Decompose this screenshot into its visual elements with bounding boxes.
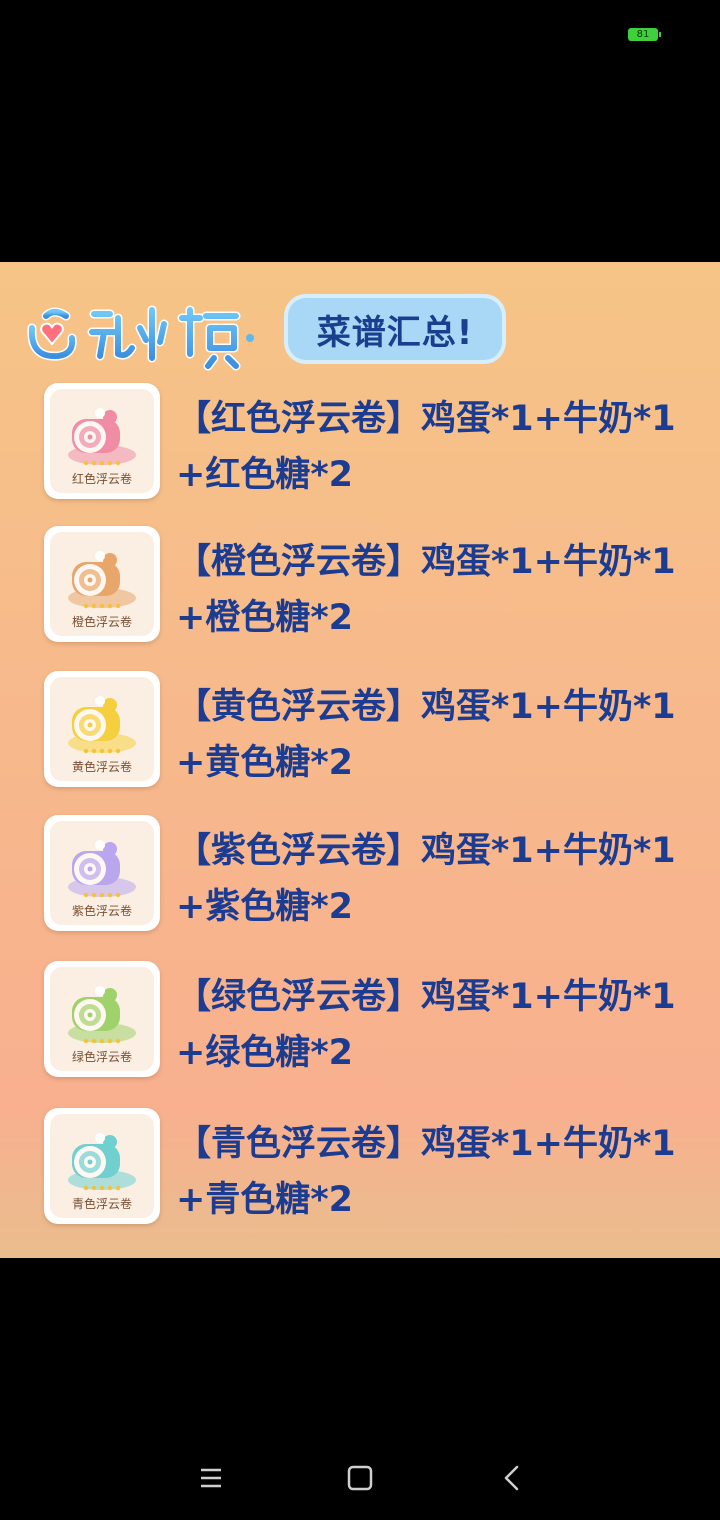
recipe-text: 【紫色浮云卷】鸡蛋*1+牛奶*1 +紫色糖*2 [176, 823, 696, 935]
recipe-line-2: +绿色糖*2 [176, 1033, 353, 1073]
recipe-item-card: 紫色浮云卷 [44, 815, 160, 931]
recipe-line-1: 【绿色浮云卷】鸡蛋*1+牛奶*1 [176, 977, 676, 1017]
cake-roll-image: 红色浮云卷 [50, 389, 154, 493]
status-bar: 81 [0, 0, 720, 262]
item-name-label: 青色浮云卷 [71, 1197, 132, 1211]
recipe-row: 青色浮云卷 【青色浮云卷】鸡蛋*1+牛奶*1 +青色糖*2 [0, 1108, 720, 1232]
cake-roll-image: 黄色浮云卷 [50, 677, 154, 781]
battery-icon: 81 [628, 28, 661, 41]
navigation-bar [0, 1258, 720, 1520]
home-icon[interactable] [340, 1458, 380, 1498]
cake-roll-image: 青色浮云卷 [50, 1114, 154, 1218]
recipe-item-card: 青色浮云卷 [44, 1108, 160, 1224]
recipe-row: 紫色浮云卷 【紫色浮云卷】鸡蛋*1+牛奶*1 +紫色糖*2 [0, 815, 720, 939]
recipe-line-1: 【黄色浮云卷】鸡蛋*1+牛奶*1 [176, 687, 676, 727]
menu-icon[interactable] [191, 1458, 231, 1498]
recipe-item-card: 绿色浮云卷 [44, 961, 160, 1077]
recipe-text: 【青色浮云卷】鸡蛋*1+牛奶*1 +青色糖*2 [176, 1116, 696, 1228]
recipe-text: 【黄色浮云卷】鸡蛋*1+牛奶*1 +黄色糖*2 [176, 679, 696, 791]
recipe-text: 【红色浮云卷】鸡蛋*1+牛奶*1 +红色糖*2 [176, 391, 696, 503]
recipe-text: 【绿色浮云卷】鸡蛋*1+牛奶*1 +绿色糖*2 [176, 969, 696, 1081]
recipe-row: 红色浮云卷 【红色浮云卷】鸡蛋*1+牛奶*1 +红色糖*2 [0, 383, 720, 507]
recipe-row: 绿色浮云卷 【绿色浮云卷】鸡蛋*1+牛奶*1 +绿色糖*2 [0, 961, 720, 1085]
recipe-summary-tag: 菜谱汇总! [288, 298, 502, 360]
back-icon[interactable] [492, 1458, 532, 1498]
item-name-label: 紫色浮云卷 [71, 904, 132, 918]
item-name-label: 红色浮云卷 [71, 472, 132, 486]
recipe-line-1: 【紫色浮云卷】鸡蛋*1+牛奶*1 [176, 831, 676, 871]
cake-roll-image: 橙色浮云卷 [50, 532, 154, 636]
recipe-item-card: 黄色浮云卷 [44, 671, 160, 787]
item-name-label: 绿色浮云卷 [71, 1050, 132, 1064]
item-name-label: 黄色浮云卷 [71, 760, 132, 774]
cake-roll-image: 绿色浮云卷 [50, 967, 154, 1071]
recipe-item-card: 红色浮云卷 [44, 383, 160, 499]
recipe-line-2: +红色糖*2 [176, 455, 353, 495]
recipe-line-2: +橙色糖*2 [176, 598, 353, 638]
recipe-line-1: 【橙色浮云卷】鸡蛋*1+牛奶*1 [176, 542, 676, 582]
item-name-label: 橙色浮云卷 [71, 615, 132, 629]
recipe-row: 黄色浮云卷 【黄色浮云卷】鸡蛋*1+牛奶*1 +黄色糖*2 [0, 671, 720, 795]
recipe-line-1: 【红色浮云卷】鸡蛋*1+牛奶*1 [176, 399, 676, 439]
recipe-text: 【橙色浮云卷】鸡蛋*1+牛奶*1 +橙色糖*2 [176, 534, 696, 646]
recipe-item-card: 橙色浮云卷 [44, 526, 160, 642]
recipe-line-2: +青色糖*2 [176, 1180, 353, 1220]
cake-roll-image: 紫色浮云卷 [50, 821, 154, 925]
recipe-line-2: +黄色糖*2 [176, 743, 353, 783]
tag-label: 菜谱汇总! [316, 312, 474, 353]
game-logo [27, 305, 254, 371]
recipe-poster: 菜谱汇总! 红色浮云卷 【红色浮云卷】鸡蛋*1+牛奶*1 +红色糖*2 橙色浮云… [0, 262, 720, 1258]
recipe-row: 橙色浮云卷 【橙色浮云卷】鸡蛋*1+牛奶*1 +橙色糖*2 [0, 526, 720, 650]
recipe-line-2: +紫色糖*2 [176, 887, 353, 927]
recipe-line-1: 【青色浮云卷】鸡蛋*1+牛奶*1 [176, 1124, 676, 1164]
